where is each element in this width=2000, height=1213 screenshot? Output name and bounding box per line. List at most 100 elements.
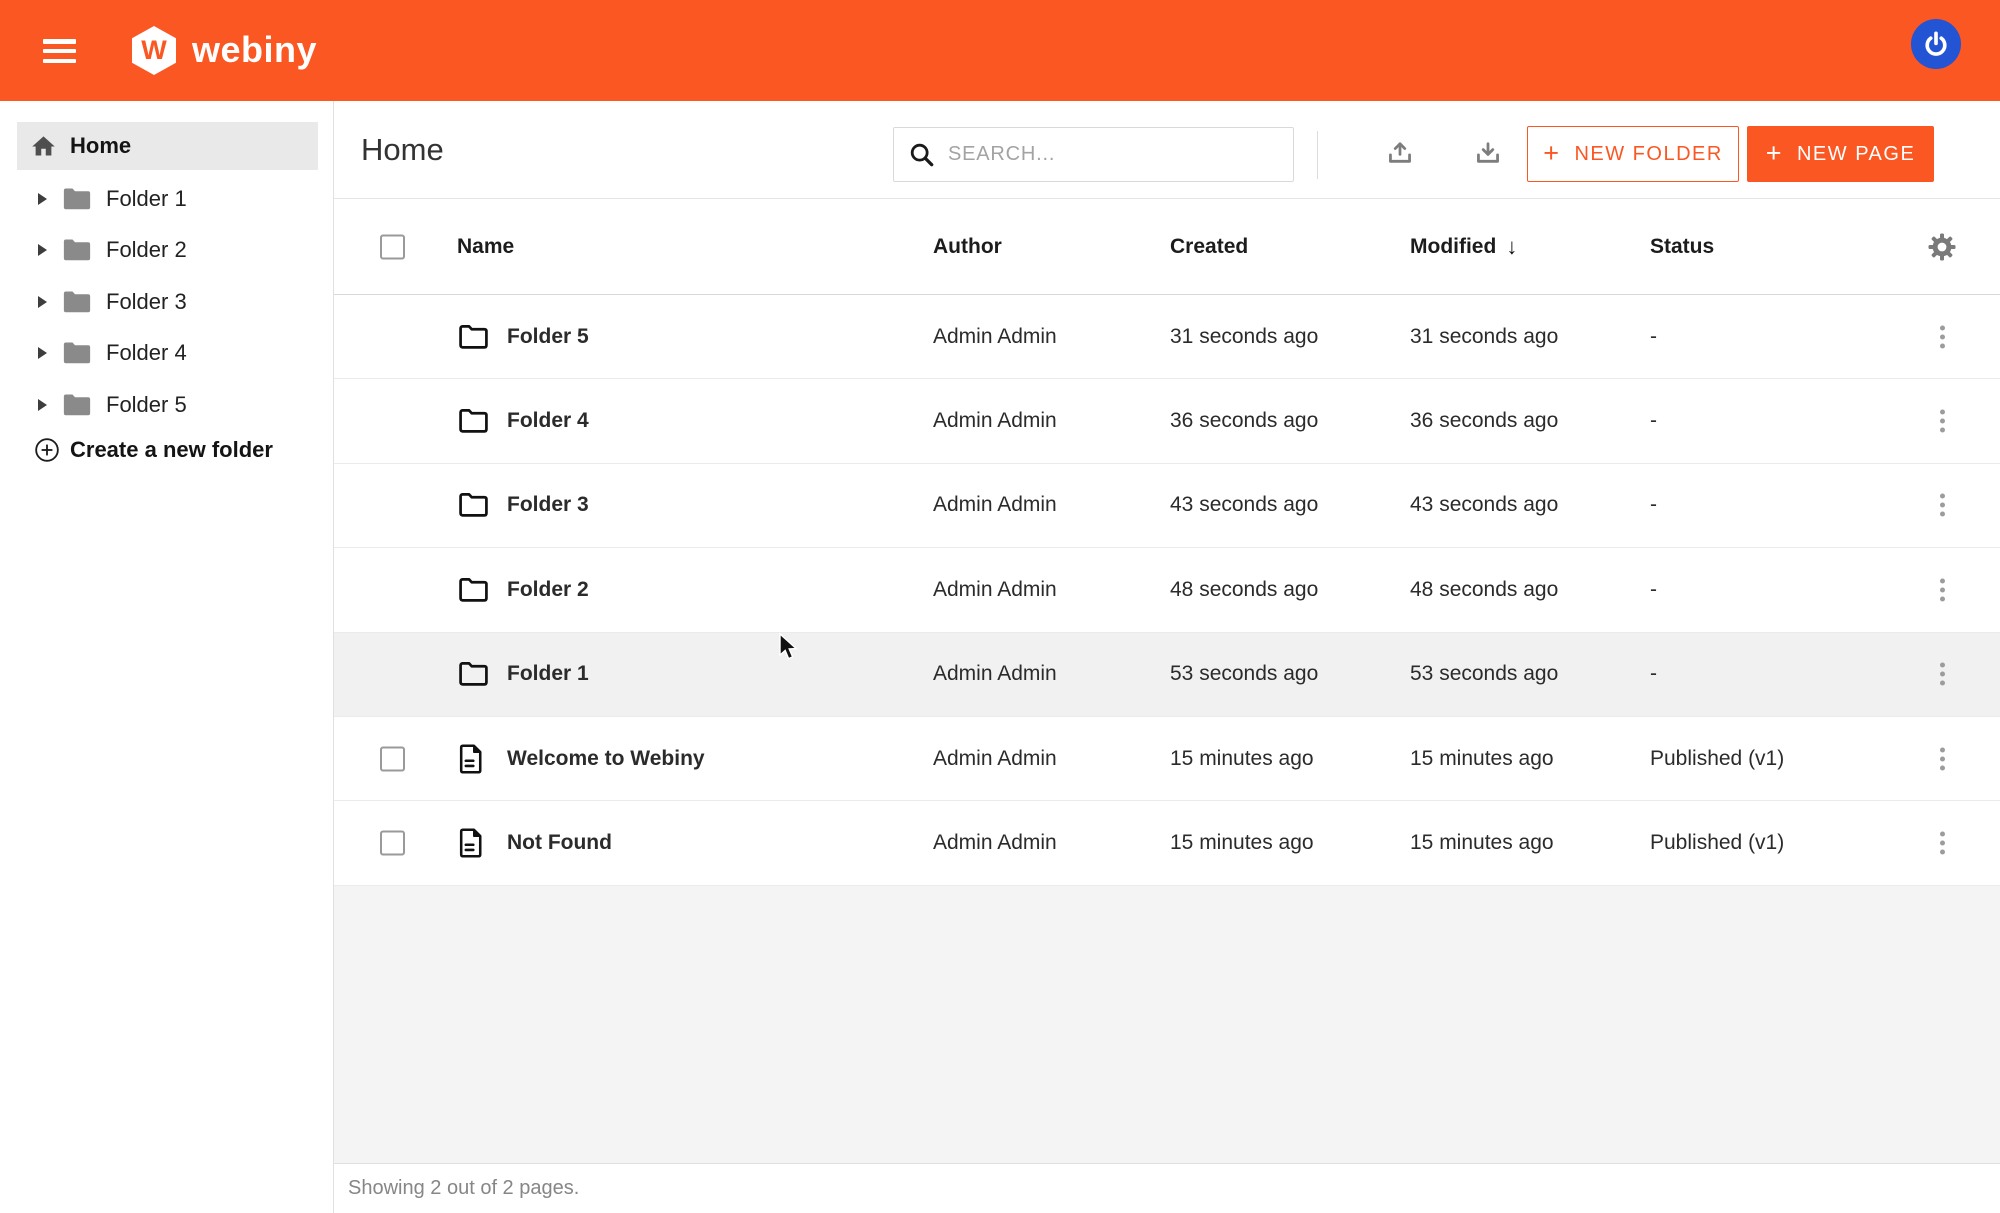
row-author: Admin Admin	[933, 662, 1057, 686]
chevron-right-icon[interactable]	[38, 193, 47, 205]
home-icon	[30, 133, 57, 160]
sidebar-folder-label: Folder 1	[106, 186, 187, 212]
folder-icon	[62, 340, 92, 366]
folder-icon	[62, 237, 92, 263]
chevron-right-icon[interactable]	[38, 347, 47, 359]
column-header-created[interactable]: Created	[1170, 235, 1248, 259]
sidebar-item-folder-2[interactable]: Folder 2	[0, 225, 334, 277]
folder-icon	[458, 661, 489, 688]
table-row[interactable]: Folder 1 Admin Admin 53 seconds ago 53 s…	[334, 633, 2000, 717]
create-new-folder-label: Create a new folder	[70, 437, 273, 463]
sidebar-item-folder-5[interactable]: Folder 5	[0, 379, 334, 431]
export-button[interactable]	[1470, 139, 1506, 173]
power-icon	[1921, 29, 1951, 59]
kebab-menu-icon	[1940, 410, 1945, 433]
row-modified: 31 seconds ago	[1410, 325, 1558, 349]
sort-descending-icon: ↓	[1506, 234, 1517, 260]
folder-icon	[62, 186, 92, 212]
pagination-summary: Showing 2 out of 2 pages.	[348, 1177, 579, 1200]
gear-icon	[1925, 230, 1959, 264]
table-body: Folder 5 Admin Admin 31 seconds ago 31 s…	[334, 295, 2000, 886]
row-status: -	[1650, 662, 1657, 686]
row-modified: 15 minutes ago	[1410, 747, 1554, 771]
download-icon	[1471, 139, 1505, 173]
row-name[interactable]: Folder 5	[507, 325, 589, 349]
row-author: Admin Admin	[933, 325, 1057, 349]
column-header-modified[interactable]: Modified ↓	[1410, 234, 1517, 260]
row-status: -	[1650, 493, 1657, 517]
column-header-author[interactable]: Author	[933, 235, 1002, 259]
sidebar-item-folder-3[interactable]: Folder 3	[0, 276, 334, 328]
row-author: Admin Admin	[933, 747, 1057, 771]
plus-circle-icon	[34, 437, 60, 463]
sidebar: Home Folder 1 Folder 2 Folder 3 Folder 4…	[0, 101, 334, 1213]
new-page-button[interactable]: + NEW PAGE	[1747, 126, 1934, 182]
folder-icon	[458, 576, 489, 603]
row-actions-button[interactable]	[1920, 494, 1964, 517]
table-row[interactable]: Folder 4 Admin Admin 36 seconds ago 36 s…	[334, 379, 2000, 463]
sidebar-item-home[interactable]: Home	[17, 122, 318, 170]
row-actions-button[interactable]	[1920, 832, 1964, 855]
row-status: -	[1650, 409, 1657, 433]
row-name[interactable]: Folder 4	[507, 409, 589, 433]
page-icon	[458, 744, 484, 774]
row-name[interactable]: Folder 3	[507, 493, 589, 517]
table-row[interactable]: Welcome to Webiny Admin Admin 15 minutes…	[334, 717, 2000, 801]
select-all-checkbox[interactable]	[380, 234, 405, 259]
brand-name: webiny	[192, 29, 317, 71]
create-new-folder-button[interactable]: Create a new folder	[34, 437, 273, 463]
hamburger-menu-icon[interactable]	[43, 39, 76, 63]
row-created: 53 seconds ago	[1170, 662, 1318, 686]
row-name[interactable]: Folder 1	[507, 662, 589, 686]
table-row[interactable]: Folder 3 Admin Admin 43 seconds ago 43 s…	[334, 464, 2000, 548]
table-row[interactable]: Not Found Admin Admin 15 minutes ago 15 …	[334, 801, 2000, 885]
row-status: Published (v1)	[1650, 831, 1784, 855]
row-created: 31 seconds ago	[1170, 325, 1318, 349]
row-actions-button[interactable]	[1920, 663, 1964, 686]
row-modified: 53 seconds ago	[1410, 662, 1558, 686]
row-status: -	[1650, 325, 1657, 349]
table-row[interactable]: Folder 5 Admin Admin 31 seconds ago 31 s…	[334, 295, 2000, 379]
page-icon	[458, 828, 484, 858]
column-header-name[interactable]: Name	[457, 235, 514, 259]
row-name[interactable]: Not Found	[507, 831, 612, 855]
row-actions-button[interactable]	[1920, 747, 1964, 770]
table-row[interactable]: Folder 2 Admin Admin 48 seconds ago 48 s…	[334, 548, 2000, 632]
row-checkbox[interactable]	[380, 831, 405, 856]
chevron-right-icon[interactable]	[38, 399, 47, 411]
new-folder-button[interactable]: + NEW FOLDER	[1527, 126, 1739, 182]
row-created: 36 seconds ago	[1170, 409, 1318, 433]
row-created: 43 seconds ago	[1170, 493, 1318, 517]
kebab-menu-icon	[1940, 747, 1945, 770]
sidebar-home-label: Home	[70, 133, 131, 159]
sidebar-item-folder-1[interactable]: Folder 1	[0, 173, 334, 225]
sidebar-folder-label: Folder 2	[106, 237, 187, 263]
import-button[interactable]	[1382, 139, 1418, 173]
chevron-right-icon[interactable]	[38, 244, 47, 256]
row-actions-button[interactable]	[1920, 410, 1964, 433]
table-settings-button[interactable]	[1920, 230, 1964, 264]
page-title: Home	[361, 132, 444, 168]
user-avatar[interactable]	[1911, 19, 1961, 69]
table-footer: Showing 2 out of 2 pages.	[334, 1163, 2000, 1213]
row-checkbox[interactable]	[380, 746, 405, 771]
row-modified: 36 seconds ago	[1410, 409, 1558, 433]
search-input[interactable]	[948, 143, 1268, 166]
chevron-right-icon[interactable]	[38, 296, 47, 308]
kebab-menu-icon	[1940, 494, 1945, 517]
sidebar-item-folder-4[interactable]: Folder 4	[0, 328, 334, 380]
row-modified: 15 minutes ago	[1410, 831, 1554, 855]
webiny-logo-icon[interactable]: W	[132, 26, 176, 75]
sidebar-folder-label: Folder 4	[106, 340, 187, 366]
folder-icon	[458, 408, 489, 435]
new-folder-button-label: NEW FOLDER	[1574, 143, 1722, 166]
row-name[interactable]: Welcome to Webiny	[507, 747, 705, 771]
folder-icon	[62, 392, 92, 418]
webiny-page-builder-screen: W webiny Home Folder 1 Folder 2	[0, 0, 2000, 1213]
row-actions-button[interactable]	[1920, 578, 1964, 601]
main-content: Home	[334, 101, 2000, 1213]
row-actions-button[interactable]	[1920, 325, 1964, 348]
column-header-status[interactable]: Status	[1650, 235, 1714, 259]
row-name[interactable]: Folder 2	[507, 578, 589, 602]
kebab-menu-icon	[1940, 663, 1945, 686]
